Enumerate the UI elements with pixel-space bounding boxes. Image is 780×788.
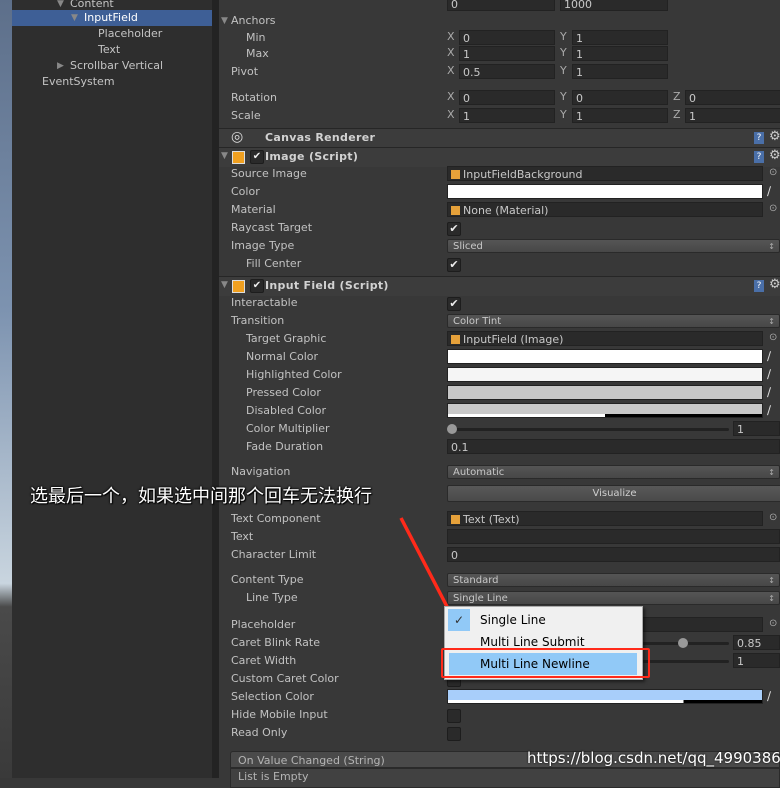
annotation-text: 选最后一个，如果选中间那个回车无法换行 [30, 486, 372, 507]
annotation-arrow [399, 517, 466, 641]
watermark: https://blog.csdn.net/qq_49903862 [527, 749, 780, 767]
highlight-box [441, 648, 650, 678]
checkmark-icon: ✓ [448, 609, 470, 631]
menu-item[interactable]: ✓ Single Line [445, 609, 642, 631]
menu-item-label: Single Line [480, 613, 546, 627]
